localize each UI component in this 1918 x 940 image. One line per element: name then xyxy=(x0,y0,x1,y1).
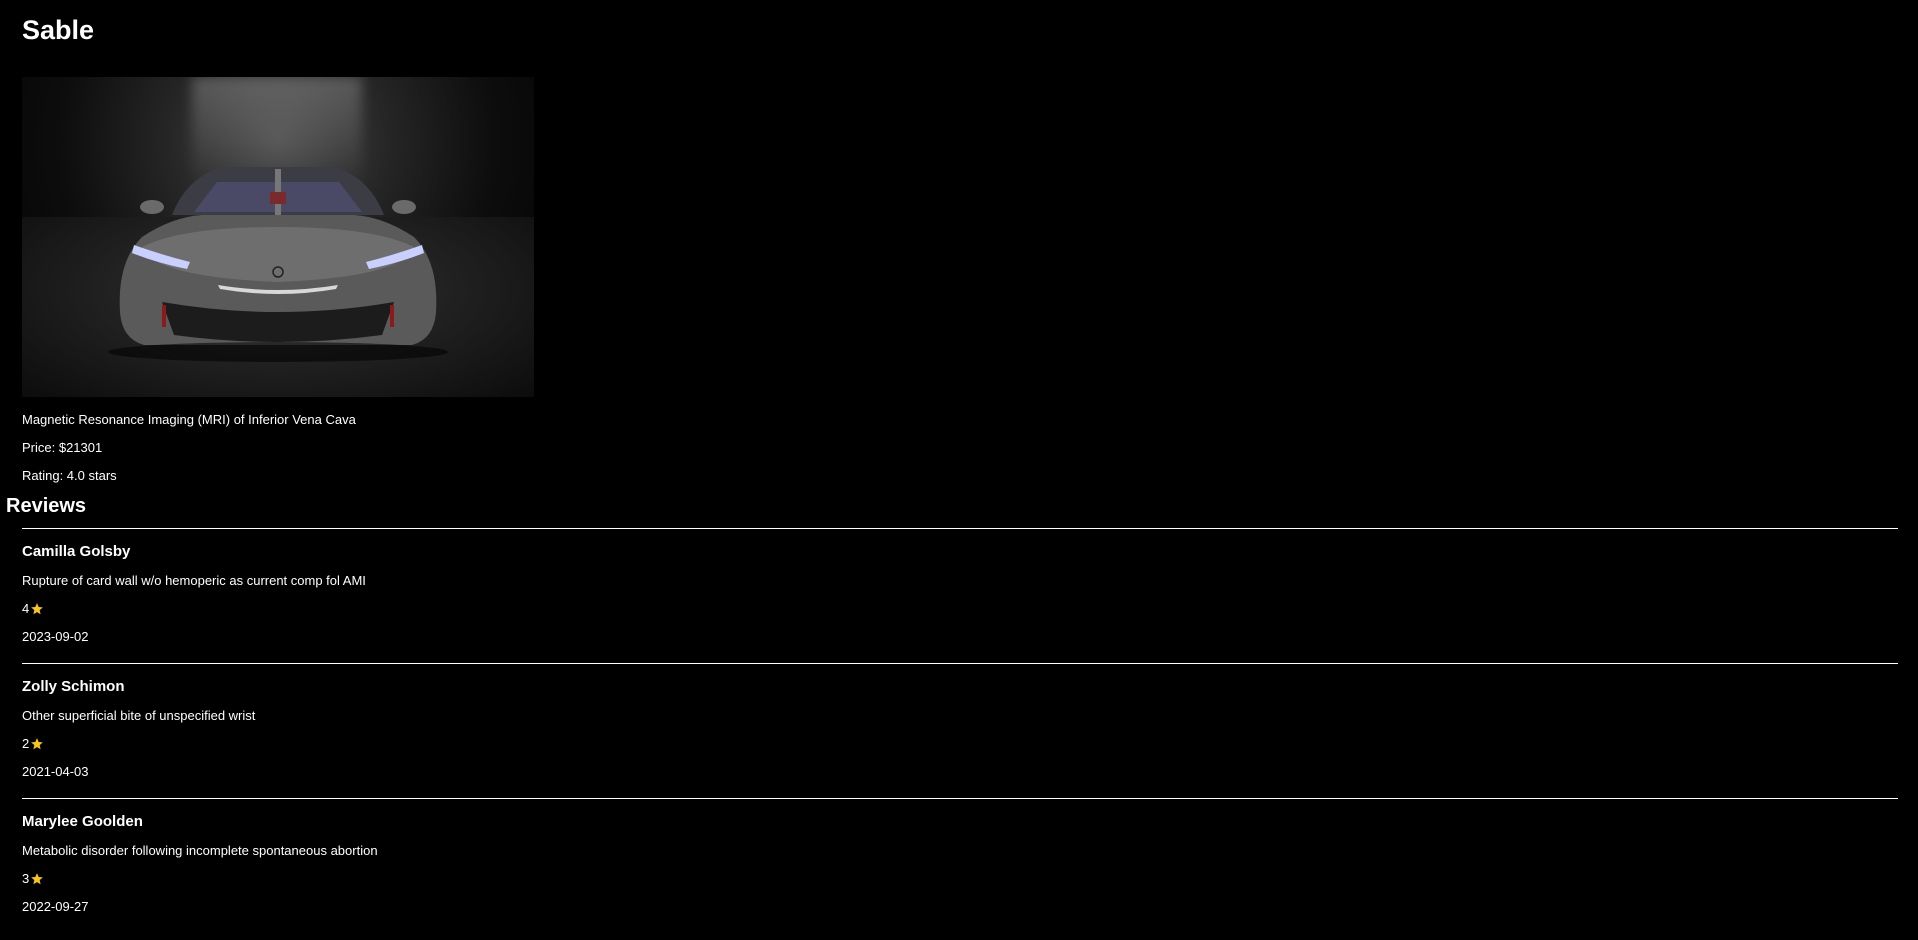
product-image xyxy=(22,77,534,397)
review-date: 2021-04-03 xyxy=(22,764,89,779)
review-rating: 4 xyxy=(22,601,1898,617)
review-date: 2022-09-27 xyxy=(22,899,89,914)
reviewer-name: Zolly Schimon xyxy=(22,678,125,695)
reviewer-name: Marylee Goolden xyxy=(22,813,143,830)
star-icon xyxy=(31,873,44,885)
review-item: Camilla Golsby Rupture of card wall w/o … xyxy=(22,528,1898,663)
product-section: Sable Magnetic Resonance Imaging (MRI) o… xyxy=(0,0,1918,484)
review-rating-value: 3 xyxy=(22,871,30,886)
review-rating: 3 xyxy=(22,871,1898,887)
review-rating-value: 2 xyxy=(22,736,30,751)
review-rating-value: 4 xyxy=(22,601,30,616)
review-text: Metabolic disorder following incomplete … xyxy=(22,843,378,858)
reviewer-name: Camilla Golsby xyxy=(22,543,131,560)
reviews-list: Camilla Golsby Rupture of card wall w/o … xyxy=(22,528,1898,933)
product-page: Sable Magnetic Resonance Imaging (MRI) o… xyxy=(0,0,1918,940)
reviews-heading: Reviews xyxy=(6,495,87,517)
car-icon xyxy=(108,167,448,362)
star-icon xyxy=(31,738,44,750)
review-date: 2023-09-02 xyxy=(22,629,89,644)
star-icon xyxy=(31,603,44,615)
product-rating: Rating: 4.0 stars xyxy=(22,468,117,483)
review-text: Other superficial bite of unspecified wr… xyxy=(22,708,256,723)
product-description: Magnetic Resonance Imaging (MRI) of Infe… xyxy=(22,412,356,427)
product-price: Price: $21301 xyxy=(22,440,103,455)
review-rating: 2 xyxy=(22,736,1898,752)
review-item: Zolly Schimon Other superficial bite of … xyxy=(22,663,1898,798)
product-title: Sable xyxy=(22,15,95,45)
review-item: Marylee Goolden Metabolic disorder follo… xyxy=(22,798,1898,933)
review-text: Rupture of card wall w/o hemoperic as cu… xyxy=(22,573,366,588)
